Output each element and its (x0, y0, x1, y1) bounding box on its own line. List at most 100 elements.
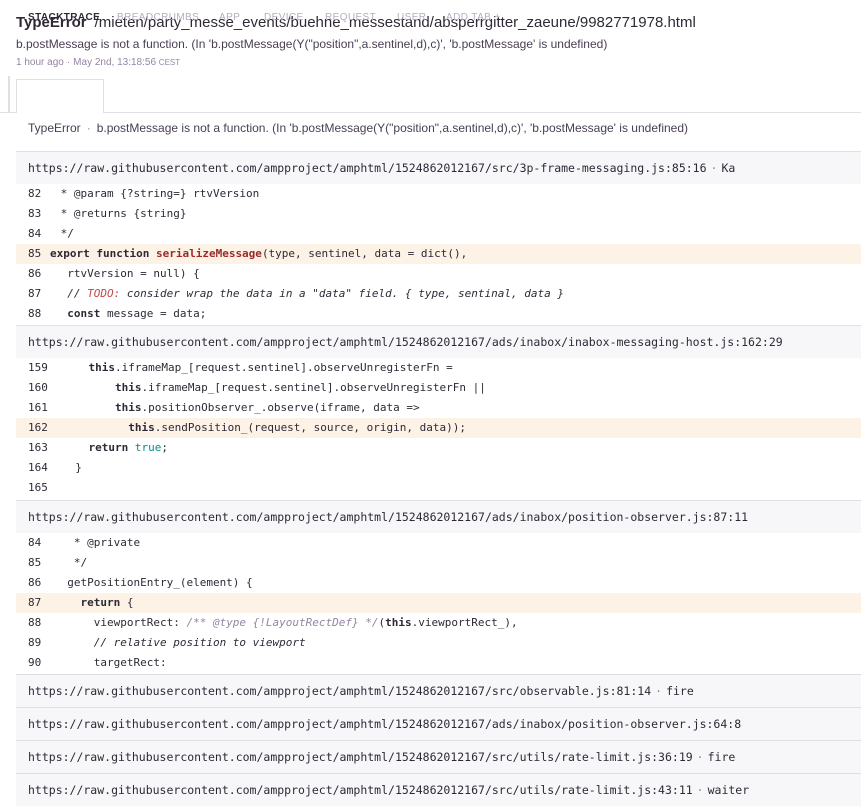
frame-function: Ka (721, 161, 736, 175)
code-line: 160 this.iframeMap_[request.sentinel].ob… (16, 378, 861, 398)
code-line: 88 const message = data; (16, 304, 861, 324)
line-number: 160 (28, 381, 48, 394)
line-number: 82 (28, 187, 42, 200)
line-number: 87 (28, 287, 42, 300)
line-number: 163 (28, 441, 48, 454)
frame-header[interactable]: https://raw.githubusercontent.com/amppro… (16, 500, 861, 533)
event-timestamp: 1 hour ago · May 2nd, 13:18:56 CEST (16, 57, 180, 68)
frame-function: fire (666, 684, 694, 698)
frame-header[interactable]: https://raw.githubusercontent.com/amppro… (16, 773, 861, 806)
code-line: 165 (16, 478, 861, 498)
line-number: 85 (28, 556, 42, 569)
line-source: // relative position to viewport (54, 636, 306, 649)
error-message: b.postMessage is not a function. (In 'b.… (16, 37, 608, 51)
tab-bar (0, 76, 861, 113)
line-number: 159 (28, 361, 48, 374)
code-context: 159 this.iframeMap_[request.sentinel].ob… (16, 358, 861, 498)
code-line: 88 viewportRect: /** @type {!LayoutRectD… (16, 613, 861, 633)
line-source: export function serializeMessage(type, s… (50, 247, 468, 260)
line-number: 89 (28, 636, 42, 649)
line-number: 87 (28, 596, 42, 609)
line-source: targetRect: (54, 656, 167, 669)
line-source: * @private (54, 536, 141, 549)
code-line: 89 // relative position to viewport (16, 633, 861, 653)
code-line: 85 */ (16, 553, 861, 573)
line-source: } (62, 461, 82, 474)
line-source: this.iframeMap_[request.sentinel].observ… (88, 361, 453, 374)
line-number: 161 (28, 401, 48, 414)
frame-separator: · (655, 684, 663, 698)
line-number: 86 (28, 267, 42, 280)
frame-header[interactable]: https://raw.githubusercontent.com/amppro… (16, 740, 861, 773)
line-number: 162 (28, 421, 48, 434)
line-source: getPositionEntry_(element) { (54, 576, 253, 589)
tab-app[interactable]: APP (219, 12, 240, 23)
frame-header[interactable]: https://raw.githubusercontent.com/amppro… (16, 707, 861, 740)
line-number: 165 (28, 481, 48, 494)
frame-title: https://raw.githubusercontent.com/amppro… (28, 335, 783, 349)
relative-time: 1 hour ago (16, 57, 64, 68)
line-source: */ (54, 556, 88, 569)
tab-request[interactable]: REQUEST (325, 12, 376, 23)
frame-function: waiter (707, 783, 750, 797)
line-number: 86 (28, 576, 42, 589)
timezone: CEST (158, 58, 181, 67)
code-line-active: 85 export function serializeMessage(type,… (16, 244, 861, 264)
line-source: // TODO: consider wrap the data in a "da… (54, 287, 564, 300)
line-source: this.iframeMap_[request.sentinel].observ… (114, 381, 486, 394)
code-line: 84 */ (16, 224, 861, 244)
frame-path: https://raw.githubusercontent.com/amppro… (28, 717, 742, 731)
add-tab-button[interactable]: ADD TAB + (446, 12, 501, 23)
frame-header[interactable]: https://raw.githubusercontent.com/amppro… (16, 325, 861, 358)
frame-separator: · (696, 783, 704, 797)
frame-separator: · (710, 161, 718, 175)
code-line: 159 this.iframeMap_[request.sentinel].ob… (16, 358, 861, 378)
line-source: * @param {?string=} rtvVersion (54, 187, 260, 200)
tab-device[interactable]: DEVICE (264, 12, 304, 23)
frame-title: https://raw.githubusercontent.com/amppro… (28, 161, 735, 175)
code-line: 87 // TODO: consider wrap the data in a … (16, 284, 861, 304)
frame-title: https://raw.githubusercontent.com/amppro… (28, 510, 748, 524)
code-line: 83 * @returns {string} (16, 204, 861, 224)
code-context: 82 * @param {?string=} rtvVersion 83 * @… (16, 184, 861, 324)
frame-title: https://raw.githubusercontent.com/amppro… (28, 750, 735, 764)
line-source: return true; (88, 441, 169, 454)
frame-title: https://raw.githubusercontent.com/amppro… (28, 684, 694, 698)
line-number: 90 (28, 656, 42, 669)
line-number: 83 (28, 207, 42, 220)
line-source: * @returns {string} (54, 207, 187, 220)
code-context: 84 * @private 85 */ 86 getPositionEntry_… (16, 533, 861, 673)
exception-value: b.postMessage is not a function. (In 'b.… (96, 121, 689, 135)
tab-stacktrace[interactable]: STACKTRACE (28, 12, 100, 23)
line-source: viewportRect: /** @type {!LayoutRectDef}… (54, 616, 518, 629)
tab-bar-divider (8, 76, 10, 112)
active-tab-frame (16, 79, 104, 113)
code-line: 90 targetRect: (16, 653, 861, 673)
tab-breadcrumbs[interactable]: BREADCRUMBS (117, 12, 199, 23)
line-source: rtvVersion = null) { (54, 267, 200, 280)
code-line: 164 } (16, 458, 861, 478)
tab-user[interactable]: USER (397, 12, 426, 23)
frame-path: https://raw.githubusercontent.com/amppro… (28, 335, 783, 349)
line-source: const message = data; (67, 307, 207, 320)
frame-path: https://raw.githubusercontent.com/amppro… (28, 161, 707, 175)
line-number: 88 (28, 307, 42, 320)
frame-path: https://raw.githubusercontent.com/amppro… (28, 783, 693, 797)
code-line: 86 rtvVersion = null) { (16, 264, 861, 284)
code-line: 84 * @private (16, 533, 861, 553)
code-line: 161 this.positionObserver_.observe(ifram… (16, 398, 861, 418)
line-number: 85 (28, 247, 42, 260)
line-number: 88 (28, 616, 42, 629)
frame-header[interactable]: https://raw.githubusercontent.com/amppro… (16, 151, 861, 184)
time-separator: · (66, 57, 71, 68)
line-number: 164 (28, 461, 48, 474)
frame-title: https://raw.githubusercontent.com/amppro… (28, 717, 741, 731)
code-line: 86 getPositionEntry_(element) { (16, 573, 861, 593)
code-line-active: 162 this.sendPosition_(request, source, … (16, 418, 861, 438)
absolute-time: May 2nd, 13:18:56 (73, 57, 157, 68)
frame-header[interactable]: https://raw.githubusercontent.com/amppro… (16, 674, 861, 707)
frame-path: https://raw.githubusercontent.com/amppro… (28, 510, 749, 524)
line-source: return { (80, 596, 134, 609)
code-line-active: 87 return { (16, 593, 861, 613)
frame-title: https://raw.githubusercontent.com/amppro… (28, 783, 749, 797)
